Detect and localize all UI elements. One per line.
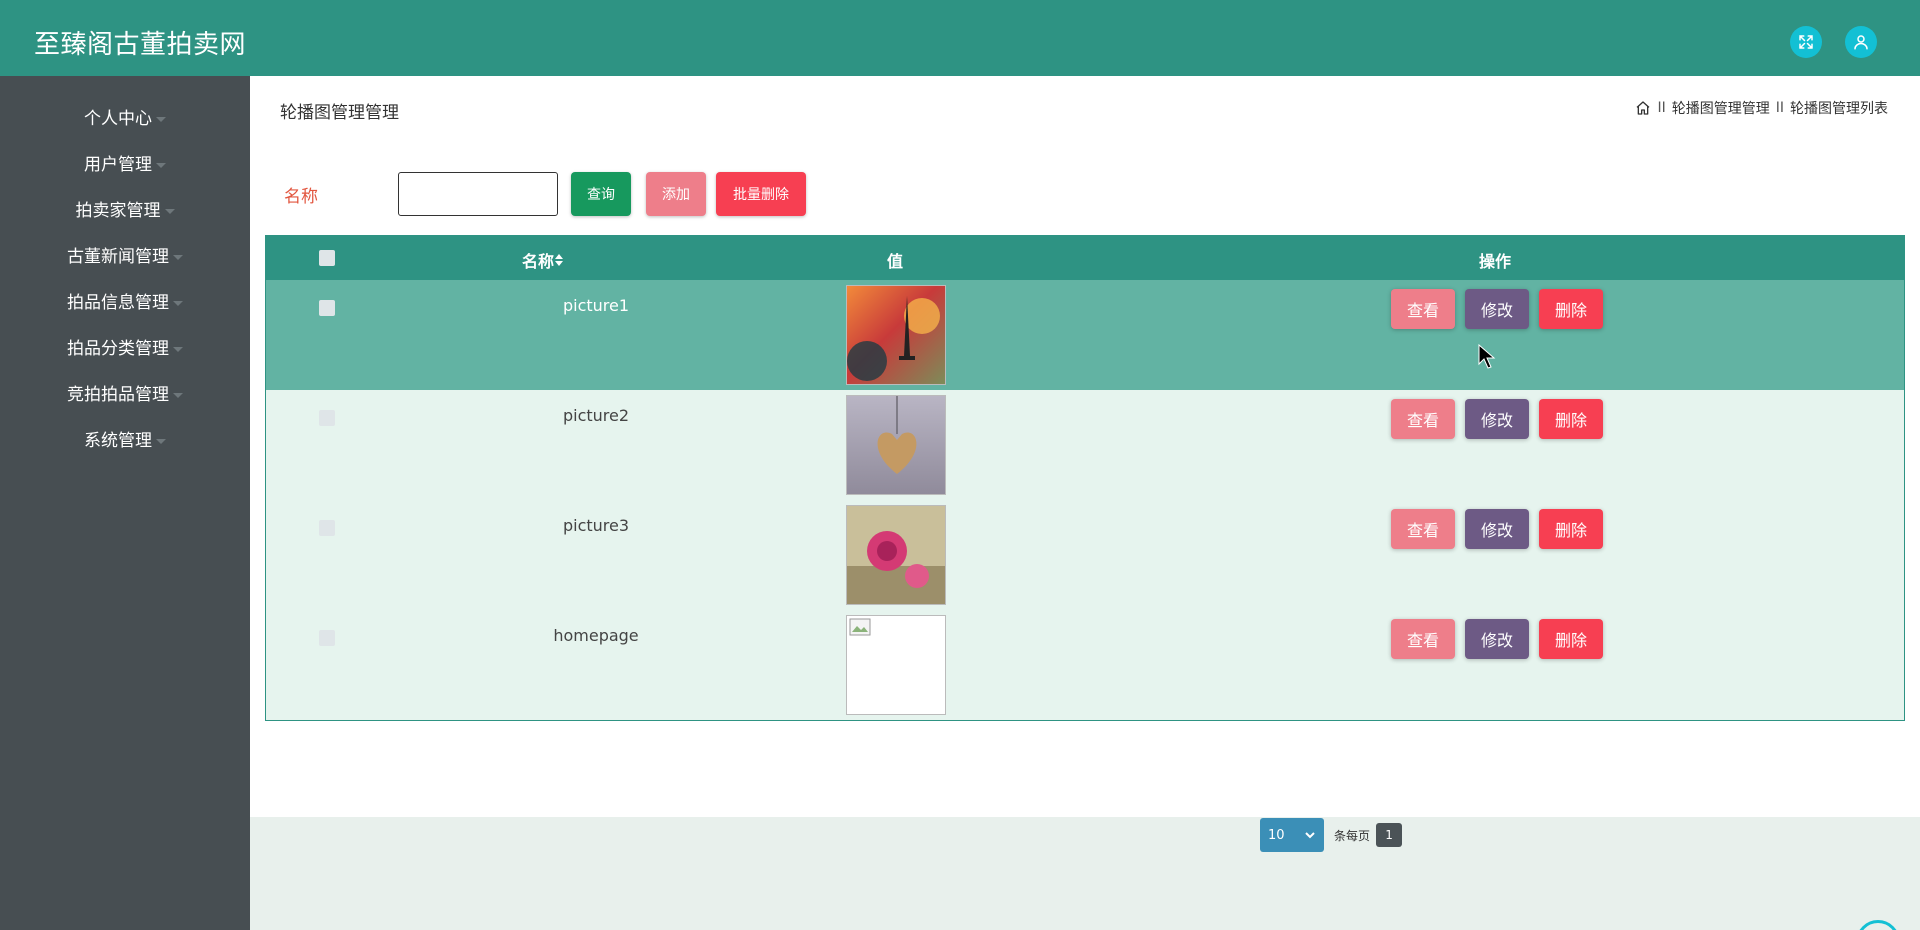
page-size-value: 10 (1268, 827, 1285, 843)
pagination: 10 条每页 1 (1260, 818, 1403, 852)
search-name-label: 名称 (284, 187, 318, 207)
sidebar-item-auctioneer-management[interactable]: 拍卖家管理 (0, 191, 250, 231)
row-checkbox[interactable] (319, 520, 335, 536)
floating-action-button[interactable] (1856, 920, 1900, 930)
row-checkbox[interactable] (319, 300, 335, 316)
edit-button[interactable]: 修改 (1465, 289, 1529, 329)
breadcrumb-item[interactable]: 轮播图管理管理 (1672, 98, 1770, 118)
sidebar-item-bidding-management[interactable]: 竞拍拍品管理 (0, 375, 250, 415)
table-row: picture2 查看 修改 删除 (266, 390, 1904, 500)
caret-down-icon (173, 300, 183, 306)
broken-image-icon (849, 618, 871, 636)
page-number[interactable]: 1 (1376, 823, 1403, 847)
caret-down-icon (173, 392, 183, 398)
caret-down-icon (156, 116, 166, 122)
expand-icon (1799, 35, 1813, 49)
sidebar-item-label: 个人中心 (84, 109, 152, 129)
select-all-checkbox[interactable] (319, 250, 335, 266)
sidebar-item-system-management[interactable]: 系统管理 (0, 421, 250, 461)
sidebar-item-label: 拍品信息管理 (67, 293, 169, 313)
sidebar-item-lot-category-management[interactable]: 拍品分类管理 (0, 329, 250, 369)
sidebar-item-label: 系统管理 (84, 431, 152, 451)
query-button[interactable]: 查询 (571, 172, 631, 216)
sidebar-item-label: 拍卖家管理 (75, 201, 161, 221)
breadcrumb-separator: II (1775, 100, 1784, 116)
row-name: picture1 (562, 296, 630, 315)
table-row: picture1 查看 修改 删除 (266, 280, 1904, 390)
row-image (846, 505, 946, 605)
top-header: 至臻阁古董拍卖网 (0, 0, 1920, 76)
site-title: 至臻阁古董拍卖网 (34, 30, 247, 60)
sidebar-item-user-management[interactable]: 用户管理 (0, 145, 250, 185)
home-icon[interactable] (1635, 100, 1651, 116)
view-button[interactable]: 查看 (1391, 399, 1455, 439)
sidebar-item-personal-center[interactable]: 个人中心 (0, 99, 250, 139)
sidebar-item-label: 用户管理 (84, 155, 152, 175)
caret-down-icon (173, 346, 183, 352)
row-image (846, 615, 946, 715)
row-name: homepage (553, 626, 639, 645)
sidebar-item-news-management[interactable]: 古董新闻管理 (0, 237, 250, 277)
column-header-value: 值 (887, 252, 904, 271)
table-row: homepage 查看 修改 删除 (266, 610, 1904, 720)
add-button[interactable]: 添加 (646, 172, 706, 216)
delete-button[interactable]: 删除 (1539, 399, 1603, 439)
row-name: picture3 (562, 516, 630, 535)
user-menu-button[interactable] (1845, 26, 1877, 58)
column-header-name[interactable]: 名称 (522, 248, 564, 272)
column-header-actions: 操作 (1479, 252, 1512, 271)
breadcrumb-item: 轮播图管理列表 (1790, 101, 1888, 117)
page-size-select[interactable]: 10 (1260, 818, 1324, 852)
breadcrumb: II 轮播图管理管理 II 轮播图管理列表 (1635, 98, 1888, 118)
table-header: 名称 值 操作 (266, 236, 1904, 280)
breadcrumb-separator: II (1657, 100, 1666, 116)
sidebar-item-label: 竞拍拍品管理 (67, 385, 169, 405)
caret-down-icon (164, 208, 175, 214)
per-page-label: 条每页 (1334, 828, 1371, 843)
image-eiffel-flowers (847, 286, 945, 384)
delete-button[interactable]: 删除 (1539, 619, 1603, 659)
edit-button[interactable]: 修改 (1465, 509, 1529, 549)
caret-down-icon (156, 162, 166, 168)
sort-icon (555, 254, 564, 266)
table-row: picture3 查看 修改 删除 (266, 500, 1904, 610)
fullscreen-button[interactable] (1790, 26, 1822, 58)
column-header-label: 名称 (522, 252, 555, 271)
batch-delete-button[interactable]: 批量删除 (716, 172, 806, 216)
row-image (846, 285, 946, 385)
caret-down-icon (156, 438, 166, 444)
sidebar: 个人中心 用户管理 拍卖家管理 古董新闻管理 拍品信息管理 拍品分类管理 竞拍拍… (0, 76, 250, 930)
row-checkbox[interactable] (319, 410, 335, 426)
edit-button[interactable]: 修改 (1465, 619, 1529, 659)
search-name-input[interactable] (398, 172, 558, 216)
sidebar-item-label: 拍品分类管理 (67, 339, 169, 359)
row-name: picture2 (562, 406, 630, 425)
view-button[interactable]: 查看 (1391, 509, 1455, 549)
view-button[interactable]: 查看 (1391, 619, 1455, 659)
sidebar-item-label: 古董新闻管理 (67, 247, 169, 267)
sidebar-item-lot-info-management[interactable]: 拍品信息管理 (0, 283, 250, 323)
caret-down-icon (173, 254, 183, 260)
row-image (846, 395, 946, 495)
user-icon (1854, 35, 1868, 50)
image-pink-roses (847, 506, 945, 604)
view-button[interactable]: 查看 (1391, 289, 1455, 329)
edit-button[interactable]: 修改 (1465, 399, 1529, 439)
mouse-cursor-icon (1478, 344, 1496, 369)
chevron-down-icon (1305, 832, 1315, 839)
row-checkbox[interactable] (319, 630, 335, 646)
delete-button[interactable]: 删除 (1539, 509, 1603, 549)
delete-button[interactable]: 删除 (1539, 289, 1603, 329)
image-heart-pendant (847, 396, 945, 494)
banner-table: 名称 值 操作 picture1 查看 修改 删除 picture2 查看 修改… (265, 235, 1905, 721)
page-title: 轮播图管理管理 (280, 103, 399, 123)
